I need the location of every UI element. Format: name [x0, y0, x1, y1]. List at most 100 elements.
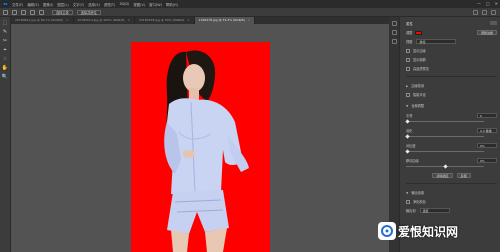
- marquee-tool-icon[interactable]: ⬚: [2, 20, 9, 26]
- slider-knob[interactable]: [405, 134, 410, 139]
- close-icon[interactable]: ×: [128, 18, 131, 22]
- output-to-label: 输出到: [406, 209, 416, 213]
- high-quality-checkbox[interactable]: [406, 66, 410, 71]
- menu-view[interactable]: 视图(V): [133, 2, 145, 7]
- slider-value[interactable]: 0: [477, 113, 497, 118]
- document-tabs: 20180821.jpg @ 66.7% (RGB/8) × 20180614.j…: [11, 17, 389, 24]
- selection-buttons: 清除选区 反相: [406, 173, 497, 178]
- output-settings-section[interactable]: ▼ 输出设置: [406, 190, 497, 196]
- contrast-slider[interactable]: 对比度 0%: [405, 143, 497, 154]
- panel-menu-icon[interactable]: [490, 21, 497, 25]
- angle-icon[interactable]: [39, 9, 44, 15]
- tab-document-2[interactable]: 20180614.jpg @ 100% (RGB/8) ×: [74, 17, 136, 24]
- workspace-icon[interactable]: [482, 10, 487, 15]
- edge-detection-section[interactable]: ▶ 边缘检测: [406, 83, 497, 89]
- show-original-label: 显示原稿: [413, 58, 426, 62]
- crop-tool-icon[interactable]: ✂: [2, 38, 9, 44]
- menu-filter[interactable]: 滤镜(T): [104, 2, 116, 7]
- zoom-tool-icon[interactable]: 🔍: [2, 74, 9, 80]
- slider-track[interactable]: [405, 119, 484, 124]
- smart-radius-checkbox[interactable]: [406, 92, 410, 97]
- divider: [406, 183, 497, 184]
- slider-label: 对比度: [406, 144, 416, 148]
- tab-label: 1346578.jpg @ 33.3% (RGB/8): [198, 18, 245, 22]
- share-icon[interactable]: [491, 10, 496, 15]
- workspace-tools: [473, 10, 496, 15]
- menu-layer[interactable]: 图层(L): [57, 2, 68, 7]
- feather-slider[interactable]: 羽化 0.0 像素: [405, 128, 497, 139]
- slider-value[interactable]: 0%: [477, 158, 497, 163]
- menu-select[interactable]: 选择(S): [88, 2, 100, 7]
- smart-radius-row[interactable]: 智能半径: [406, 92, 497, 97]
- edge-detection-label: 边缘检测: [411, 84, 425, 88]
- chevron-right-icon[interactable]: ▶: [406, 84, 408, 88]
- slider-label: 平滑: [406, 114, 413, 118]
- slider-label: 羽化: [406, 129, 413, 133]
- shift-edge-slider[interactable]: 移动边缘 0%: [406, 158, 497, 169]
- brush-tool-icon[interactable]: ✎: [2, 29, 9, 35]
- show-edge-checkbox[interactable]: [406, 48, 410, 53]
- maximize-icon[interactable]: □: [486, 1, 490, 6]
- search-icon[interactable]: [473, 10, 478, 15]
- view-mode-select[interactable]: 叠加: [416, 39, 457, 44]
- slider-value[interactable]: 0.0 像素: [477, 128, 497, 133]
- high-quality-row[interactable]: 高品质预览: [406, 66, 497, 71]
- show-original-checkbox[interactable]: [406, 57, 410, 62]
- menu-file[interactable]: 文件(F): [12, 2, 23, 7]
- quick-select-tool-icon[interactable]: ⌖: [2, 47, 9, 53]
- decontaminate-row[interactable]: 净化颜色: [406, 199, 497, 204]
- chevron-down-icon[interactable]: ▼: [406, 104, 408, 108]
- slider-knob[interactable]: [405, 119, 410, 124]
- decontaminate-checkbox[interactable]: [406, 199, 410, 204]
- show-edge-row[interactable]: 显示边缘: [406, 48, 497, 53]
- show-original-row[interactable]: 显示原稿: [406, 57, 497, 62]
- canvas-area[interactable]: [11, 24, 389, 252]
- close-icon[interactable]: ×: [248, 18, 251, 22]
- history-icon[interactable]: [391, 21, 397, 26]
- slider-track[interactable]: [405, 149, 484, 154]
- global-refine-section[interactable]: ▼ 全局调整: [406, 103, 497, 109]
- adjustments-icon[interactable]: [391, 39, 397, 44]
- output-to-select[interactable]: 选区: [419, 208, 450, 213]
- refine-edge-button[interactable]: 调整边缘: [476, 30, 497, 35]
- tab-document-active[interactable]: 1346578.jpg @ 33.3% (RGB/8) ×: [194, 17, 256, 24]
- tab-document-3[interactable]: 20180528.jpg @ 50% (RGB/8) ×: [135, 17, 195, 24]
- slider-knob[interactable]: [405, 149, 410, 154]
- slider-track[interactable]: [405, 134, 484, 139]
- close-icon[interactable]: ×: [66, 18, 69, 22]
- document-canvas[interactable]: [131, 42, 270, 252]
- menu-type[interactable]: 文字(Y): [73, 2, 85, 7]
- menu-3d[interactable]: 3D(D): [119, 2, 129, 6]
- minimize-icon[interactable]: —: [477, 1, 481, 6]
- smooth-slider[interactable]: 平滑 0: [405, 113, 497, 124]
- invert-button[interactable]: 反相: [456, 173, 471, 178]
- slider-track[interactable]: [406, 164, 484, 169]
- menu-help[interactable]: 帮助(H): [166, 2, 178, 7]
- divider: [406, 76, 497, 77]
- lasso-tool-icon[interactable]: ♢: [2, 56, 9, 62]
- tool-preset-icon[interactable]: [3, 9, 8, 15]
- select-and-mask-button[interactable]: 选择并遮住: [76, 9, 101, 15]
- close-icon[interactable]: ✕: [495, 1, 498, 6]
- clear-selection-button[interactable]: 清除选区: [432, 173, 453, 178]
- select-subject-button[interactable]: 选择主体: [52, 9, 73, 15]
- slider-value[interactable]: 0%: [477, 143, 497, 148]
- selection-mode-icon[interactable]: [12, 9, 17, 15]
- properties-icon[interactable]: [391, 30, 397, 35]
- color-swatch[interactable]: [415, 30, 423, 35]
- tab-label: 20180528.jpg @ 50% (RGB/8): [139, 18, 185, 22]
- menu-edit[interactable]: 编辑(E): [27, 2, 39, 7]
- view-row: 视图 叠加: [406, 39, 497, 44]
- chevron-down-icon[interactable]: ▼: [406, 191, 408, 195]
- menu-window[interactable]: 窗口(W): [149, 2, 162, 7]
- menu-image[interactable]: 图像(I): [43, 2, 53, 7]
- brush-icon[interactable]: [30, 9, 35, 15]
- brush-size-icon[interactable]: [21, 9, 26, 15]
- tab-document-1[interactable]: 20180821.jpg @ 66.7% (RGB/8) ×: [11, 17, 74, 24]
- hand-tool-icon[interactable]: ✋: [2, 65, 9, 71]
- close-icon[interactable]: ×: [187, 18, 190, 22]
- panel-icon-strip: [389, 17, 400, 252]
- window-controls: — □ ✕: [477, 1, 498, 6]
- slider-knob[interactable]: [442, 164, 448, 169]
- output-to-row: 输出到 选区: [406, 208, 497, 213]
